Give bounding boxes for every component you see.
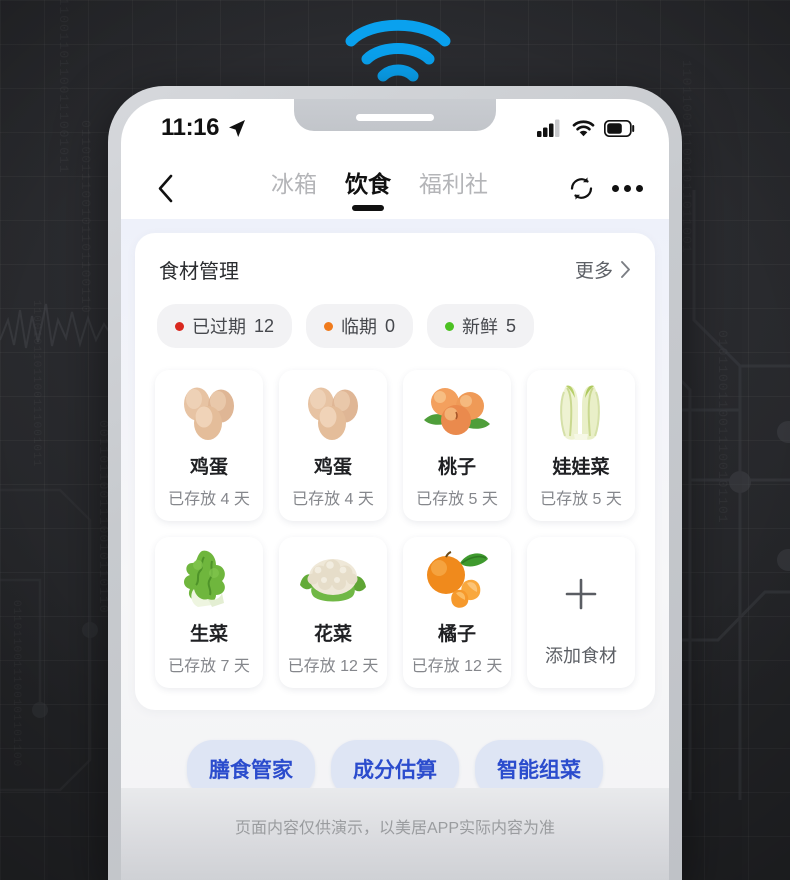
- food-card[interactable]: 花菜 已存放 12 天: [279, 537, 387, 688]
- food-name: 橘子: [437, 624, 476, 645]
- tab-bar: 冰箱 饮食 福利社: [185, 165, 568, 211]
- food-name: 花菜: [313, 624, 352, 645]
- food-name: 生菜: [189, 624, 228, 645]
- add-food-label: 添加食材: [545, 645, 617, 666]
- status-bar-left: 11:16: [161, 114, 247, 142]
- food-storage-days: 已存放 12 天: [287, 658, 379, 675]
- dot: [612, 184, 619, 192]
- disclaimer-text: 页面内容仅供演示，以美居APP实际内容为准: [234, 820, 556, 837]
- food-storage-days: 已存放 12 天: [411, 658, 503, 675]
- food-card[interactable]: 橘子 已存放 12 天: [403, 537, 511, 688]
- more-horizontal-icon[interactable]: [612, 184, 643, 192]
- panel-header: 食材管理 更多: [155, 253, 635, 284]
- battery-icon: [604, 119, 635, 137]
- food-storage-days: 已存放 4 天: [168, 491, 250, 508]
- food-storage-days: 已存放 5 天: [540, 491, 622, 508]
- food-card[interactable]: 鸡蛋 已存放 4 天: [155, 370, 263, 521]
- plus-icon: [563, 562, 599, 626]
- wifi-icon: [572, 120, 595, 137]
- chip-near-expiry[interactable]: 临期 0: [306, 304, 414, 348]
- food-card[interactable]: 生菜 已存放 7 天: [155, 537, 263, 688]
- tab-fridge[interactable]: 冰箱: [271, 165, 317, 211]
- more-link-label: 更多: [574, 261, 613, 282]
- food-name: 桃子: [437, 457, 476, 478]
- chip-expired-count: 12: [254, 315, 275, 336]
- page-body: 食材管理 更多 已过期 12 临期 0 新鲜 5 鸡蛋 已存放 4 天 鸡蛋 已…: [121, 219, 669, 880]
- food-item-grid: 鸡蛋 已存放 4 天 鸡蛋 已存放 4 天 桃子 已存放 5 天 娃娃菜 已存放…: [155, 370, 635, 688]
- back-button[interactable]: [145, 174, 185, 203]
- food-name: 鸡蛋: [189, 457, 228, 478]
- nav-actions: [568, 175, 643, 202]
- phone-screen: 11:16 冰箱 饮食 福利社 食材管理 更多 已过期 12 临期 0 新鲜 5…: [121, 99, 669, 880]
- chip-near-expiry-label: 临期: [341, 317, 378, 337]
- status-dot-near-expiry: [324, 321, 334, 331]
- chip-fresh-label: 新鲜: [462, 317, 499, 337]
- dot: [636, 184, 643, 192]
- chevron-left-icon: [158, 174, 172, 202]
- tab-diet[interactable]: 饮食: [345, 165, 391, 211]
- tab-welfare[interactable]: 福利社: [419, 165, 488, 211]
- chip-fresh[interactable]: 新鲜 5: [427, 304, 535, 348]
- add-food-card[interactable]: 添加食材: [527, 537, 635, 688]
- cauliflower-image: [296, 547, 370, 611]
- food-management-panel: 食材管理 更多 已过期 12 临期 0 新鲜 5 鸡蛋 已存放 4 天 鸡蛋 已…: [135, 233, 655, 710]
- status-bar-right: [537, 119, 635, 137]
- peaches-image: [420, 380, 494, 444]
- food-storage-days: 已存放 4 天: [292, 491, 374, 508]
- food-card[interactable]: 桃子 已存放 5 天: [403, 370, 511, 521]
- wifi-signal-icon: [345, 19, 451, 82]
- food-card[interactable]: 鸡蛋 已存放 4 天: [279, 370, 387, 521]
- food-card[interactable]: 娃娃菜 已存放 5 天: [527, 370, 635, 521]
- chip-expired-label: 已过期: [192, 317, 246, 337]
- notch-speaker: [356, 113, 434, 121]
- lettuce-image: [172, 547, 246, 611]
- baby-cabbage-image: [544, 380, 618, 444]
- food-name: 鸡蛋: [313, 457, 352, 478]
- orange-image: [420, 547, 494, 611]
- food-storage-days: 已存放 7 天: [168, 658, 250, 675]
- chip-near-expiry-count: 0: [385, 315, 396, 336]
- chip-fresh-count: 5: [506, 315, 517, 336]
- chevron-right-icon: [621, 261, 630, 278]
- eggs-image: [172, 380, 246, 444]
- refresh-icon[interactable]: [568, 175, 595, 202]
- food-storage-days: 已存放 5 天: [416, 491, 498, 508]
- disclaimer-area: 页面内容仅供演示，以美居APP实际内容为准: [121, 788, 669, 880]
- navigation-bar: 冰箱 饮食 福利社: [121, 157, 669, 219]
- panel-title: 食材管理: [159, 261, 239, 283]
- location-arrow-icon: [229, 119, 246, 137]
- more-link[interactable]: 更多: [575, 256, 631, 283]
- status-dot-expired: [175, 321, 184, 331]
- status-dot-fresh: [445, 321, 455, 331]
- food-name: 娃娃菜: [552, 457, 610, 478]
- eggs-image: [296, 380, 370, 444]
- phone-notch: [294, 99, 496, 131]
- status-filter-chips: 已过期 12 临期 0 新鲜 5: [155, 304, 635, 348]
- chip-expired[interactable]: 已过期 12: [157, 304, 293, 348]
- dot: [624, 184, 631, 192]
- phone-mockup: 11:16 冰箱 饮食 福利社 食材管理 更多 已过期 12 临期 0 新鲜 5…: [108, 86, 682, 880]
- status-time: 11:16: [161, 114, 220, 141]
- cellular-signal-icon: [537, 119, 560, 137]
